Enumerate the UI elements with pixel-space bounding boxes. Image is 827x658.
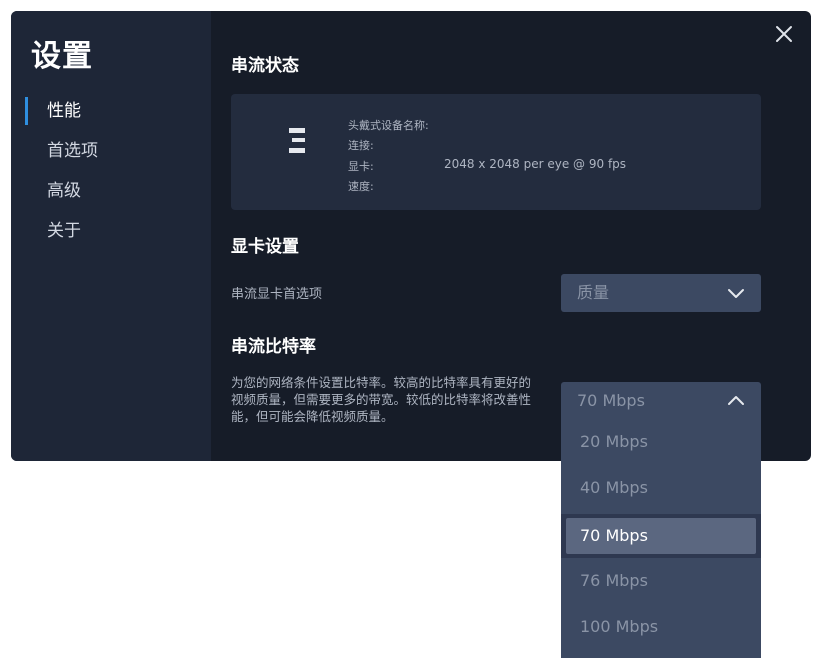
bitrate-dropdown[interactable]: 70 Mbps <box>561 382 761 420</box>
gpu-preference-label: 串流显卡首选项 <box>231 287 323 302</box>
sidebar-item-advanced[interactable]: 高级 <box>11 171 211 211</box>
chevron-down-icon <box>728 289 744 298</box>
gpu-preference-dropdown[interactable]: 质量 <box>561 274 761 312</box>
sidebar-item-label: 关于 <box>47 221 81 241</box>
close-icon <box>776 26 792 42</box>
bitrate-option-70[interactable]: 70 Mbps <box>566 518 756 554</box>
sidebar-item-label: 高级 <box>47 181 81 201</box>
sidebar-item-about[interactable]: 关于 <box>11 211 211 251</box>
settings-window: 设置 性能 首选项 高级 关于 串流状态 头戴式设备名称: 连接: 显卡: 20… <box>11 11 811 461</box>
sidebar: 设置 性能 首选项 高级 关于 <box>11 11 211 461</box>
headset-name-label: 头戴式设备名称: <box>348 119 429 132</box>
streaming-status-card: 头戴式设备名称: 连接: 显卡: 2048 x 2048 per eye @ 9… <box>231 94 761 210</box>
bitrate-option-20[interactable]: 20 Mbps <box>561 420 761 464</box>
headset-icon <box>289 128 305 153</box>
bitrate-title: 串流比特率 <box>231 337 316 357</box>
close-button[interactable] <box>773 23 795 45</box>
page-title: 设置 <box>31 39 93 74</box>
bitrate-option-100[interactable]: 100 Mbps <box>561 605 761 649</box>
bitrate-options-list: 20 Mbps 40 Mbps 70 Mbps 76 Mbps 100 Mbps <box>561 420 761 658</box>
streaming-status-title: 串流状态 <box>231 56 299 76</box>
gpu-value: 2048 x 2048 per eye @ 90 fps <box>444 157 627 171</box>
sidebar-item-label: 首选项 <box>47 141 98 161</box>
gpu-preference-value: 质量 <box>577 283 610 302</box>
sidebar-item-label: 性能 <box>47 101 81 121</box>
bitrate-option-76[interactable]: 76 Mbps <box>561 559 761 603</box>
connection-label: 连接: <box>348 139 374 152</box>
sidebar-item-preferences[interactable]: 首选项 <box>11 131 211 171</box>
sidebar-item-performance[interactable]: 性能 <box>11 91 211 131</box>
bitrate-option-40[interactable]: 40 Mbps <box>561 466 761 510</box>
chevron-up-icon <box>728 396 744 405</box>
gpu-settings-title: 显卡设置 <box>231 237 299 257</box>
bitrate-selected-value: 70 Mbps <box>577 391 645 410</box>
sidebar-nav: 性能 首选项 高级 关于 <box>11 91 211 251</box>
speed-label: 速度: <box>348 180 374 193</box>
gpu-label: 显卡: <box>348 160 374 173</box>
bitrate-description: 为您的网络条件设置比特率。较高的比特率具有更好的视频质量，但需要更多的带宽。较低… <box>231 375 532 424</box>
